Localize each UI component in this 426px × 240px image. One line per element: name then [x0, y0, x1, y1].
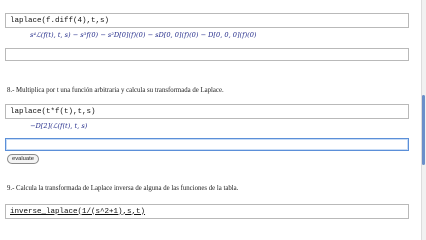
- scrollbar-thumb[interactable]: [422, 95, 425, 165]
- cell-input-text: inverse_laplace(1/(s^2+1),s,t): [10, 207, 146, 216]
- cell-output-laplace-tf: −D[2](ℒ(f(t), t, s): [30, 122, 88, 130]
- empty-cell[interactable]: [5, 48, 409, 61]
- scrollbar[interactable]: [421, 0, 426, 240]
- cell-input-inverse-laplace[interactable]: inverse_laplace(1/(s^2+1),s,t): [5, 204, 409, 219]
- active-empty-cell[interactable]: [5, 138, 409, 151]
- cell-input-laplace-tf[interactable]: laplace(t*f(t),t,s): [5, 104, 409, 119]
- evaluate-button[interactable]: evaluate: [7, 154, 39, 164]
- cell-input-laplace-diff[interactable]: laplace(f.diff(4),t,s): [5, 13, 409, 28]
- cell-output-laplace-diff: s⁴ℒ(f(t), t, s) − s³f(0) − s²D[0](f)(0) …: [30, 31, 257, 39]
- cell-input-text: laplace(t*f(t),t,s): [10, 107, 96, 116]
- exercise-8-text: 8.- Multiplica por t una función arbitra…: [7, 87, 224, 94]
- cell-input-text: laplace(f.diff(4),t,s): [10, 16, 110, 25]
- exercise-9-text: 9.- Calcula la transformada de Laplace i…: [7, 185, 239, 192]
